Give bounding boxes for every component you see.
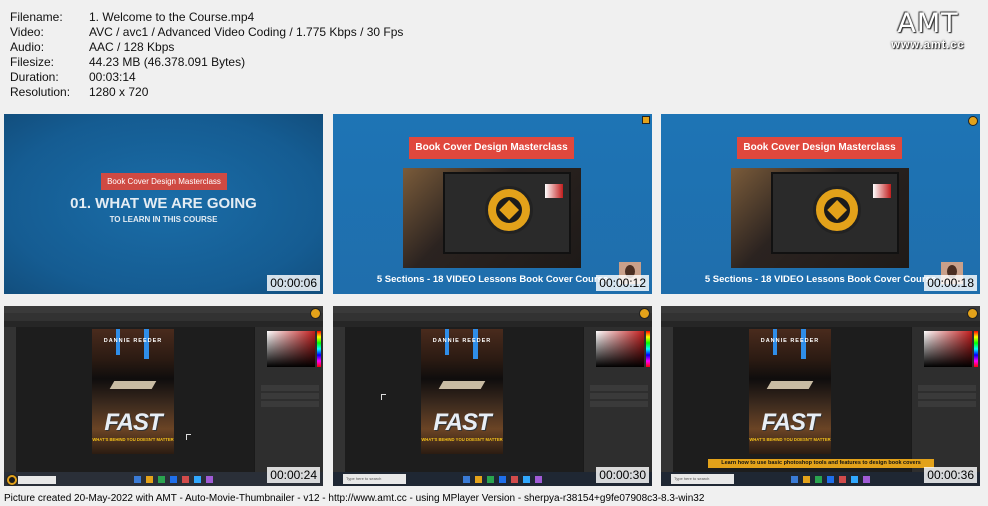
- hue-slider: [317, 331, 321, 367]
- info-row-video: Video: AVC / avc1 / Advanced Video Coding…: [10, 25, 403, 40]
- info-value: AVC / avc1 / Advanced Video Coding / 1.7…: [89, 25, 404, 39]
- logo-url: www.amt.cc: [891, 39, 965, 51]
- timestamp: 00:00:12: [596, 275, 649, 291]
- timestamp: 00:00:24: [267, 467, 320, 483]
- mouse-cursor-icon: [186, 434, 191, 440]
- info-value: 44.23 MB (46.378.091 Bytes): [89, 55, 246, 69]
- author-name: DANNIE REEDER: [760, 338, 820, 344]
- lesson-banner: Learn how to use basic photoshop tools a…: [708, 459, 934, 468]
- thumbnail-4[interactable]: DANNIE REEDER FAST WHAT'S BEHIND YOU DOE…: [4, 306, 323, 486]
- thumbnail-3[interactable]: Book Cover Design Masterclass 5 Sections…: [661, 114, 980, 294]
- brand-coin-icon: [967, 308, 978, 319]
- info-row-resolution: Resolution: 1280 x 720: [10, 85, 403, 100]
- color-picker: [924, 331, 972, 367]
- author-name: DANNIE REEDER: [103, 338, 163, 344]
- info-key: Filesize:: [10, 55, 55, 69]
- course-title-banner: Book Cover Design Masterclass: [737, 137, 902, 159]
- info-row-filesize: Filesize: 44.23 MB (46.378.091 Bytes): [10, 55, 403, 70]
- info-value: AAC / 128 Kbps: [89, 40, 175, 54]
- info-value: 1. Welcome to the Course.mp4: [89, 10, 255, 24]
- book-title: FAST: [433, 409, 491, 436]
- info-row-duration: Duration: 00:03:14: [10, 70, 403, 85]
- hue-slider: [646, 331, 650, 367]
- timestamp: 00:00:36: [924, 467, 977, 483]
- ps-toolbar: [661, 327, 673, 472]
- timestamp: 00:00:18: [924, 275, 977, 291]
- ps-menubar: [661, 306, 980, 313]
- brand-coin-icon: [813, 186, 861, 234]
- info-row-audio: Audio: AAC / 128 Kbps: [10, 40, 403, 55]
- file-info: Filename: 1. Welcome to the Course.mp4 Vi…: [10, 10, 403, 100]
- timestamp: 00:00:06: [267, 275, 320, 291]
- book-title: FAST: [761, 409, 819, 436]
- color-picker: [267, 331, 315, 367]
- ps-toolbar: [333, 327, 345, 472]
- color-picker: [596, 331, 644, 367]
- amt-logo: AMT www.amt.cc: [882, 8, 974, 51]
- thumbnail-1[interactable]: Book Cover Design Masterclass 01. WHAT W…: [4, 114, 323, 294]
- watermark-strip: [18, 476, 56, 484]
- ps-menubar: [333, 306, 652, 313]
- brand-coin-icon: [968, 116, 978, 126]
- book-tagline: WHAT'S BEHIND YOU DOESN'T MATTER: [92, 437, 174, 442]
- ps-right-panel: [254, 327, 323, 472]
- book-tagline: WHAT'S BEHIND YOU DOESN'T MATTER: [421, 437, 503, 442]
- info-value: 00:03:14: [89, 70, 136, 84]
- footer-credits: Picture created 20-May-2022 with AMT - A…: [4, 493, 705, 504]
- ps-menubar: [4, 306, 323, 313]
- book-title: FAST: [104, 409, 162, 436]
- taskbar-search-input[interactable]: Type here to search: [671, 474, 734, 484]
- course-badge: Book Cover Design Masterclass: [101, 173, 227, 190]
- info-row-filename: Filename: 1. Welcome to the Course.mp4: [10, 10, 403, 25]
- ps-right-panel: [583, 327, 652, 472]
- book-cover: DANNIE REEDER FAST WHAT'S BEHIND YOU DOE…: [92, 329, 174, 454]
- laptop-screen: [443, 172, 571, 254]
- laptop-photo: [731, 168, 909, 268]
- brand-coin-icon: [6, 474, 18, 486]
- author-name: DANNIE REEDER: [432, 338, 492, 344]
- course-title-banner: Book Cover Design Masterclass: [409, 137, 574, 159]
- brand-coin-icon: [485, 186, 533, 234]
- ps-toolbar: [4, 327, 16, 472]
- logo-text: AMT: [897, 8, 959, 39]
- info-key: Video:: [10, 25, 44, 39]
- book-tagline: WHAT'S BEHIND YOU DOESN'T MATTER: [749, 437, 831, 442]
- book-cover: DANNIE REEDER FAST WHAT'S BEHIND YOU DOE…: [421, 329, 503, 454]
- slide-title: 01. WHAT WE ARE GOING: [70, 195, 257, 212]
- thumbnail-2[interactable]: Book Cover Design Masterclass 5 Sections…: [333, 114, 652, 294]
- info-key: Resolution:: [10, 85, 71, 99]
- ps-right-panel: [911, 327, 980, 472]
- info-key: Audio:: [10, 40, 45, 54]
- slide-subtitle: TO LEARN IN THIS COURSE: [109, 215, 218, 224]
- brand-coin-icon: [639, 308, 650, 319]
- taskbar-search-input[interactable]: Type here to search: [343, 474, 406, 484]
- book-cover: DANNIE REEDER FAST WHAT'S BEHIND YOU DOE…: [749, 329, 831, 454]
- info-key: Duration:: [10, 70, 59, 84]
- thumbnail-5[interactable]: DANNIE REEDER FAST WHAT'S BEHIND YOU DOE…: [333, 306, 652, 486]
- info-key: Filename:: [10, 10, 63, 24]
- thumbnail-6[interactable]: DANNIE REEDER FAST WHAT'S BEHIND YOU DOE…: [661, 306, 980, 486]
- laptop-photo: [403, 168, 581, 268]
- brand-icon: [642, 116, 650, 124]
- info-value: 1280 x 720: [89, 85, 149, 99]
- hue-slider: [974, 331, 978, 367]
- laptop-screen: [771, 172, 899, 254]
- brand-coin-icon: [310, 308, 321, 319]
- timestamp: 00:00:30: [596, 467, 649, 483]
- mouse-cursor-icon: [381, 394, 386, 400]
